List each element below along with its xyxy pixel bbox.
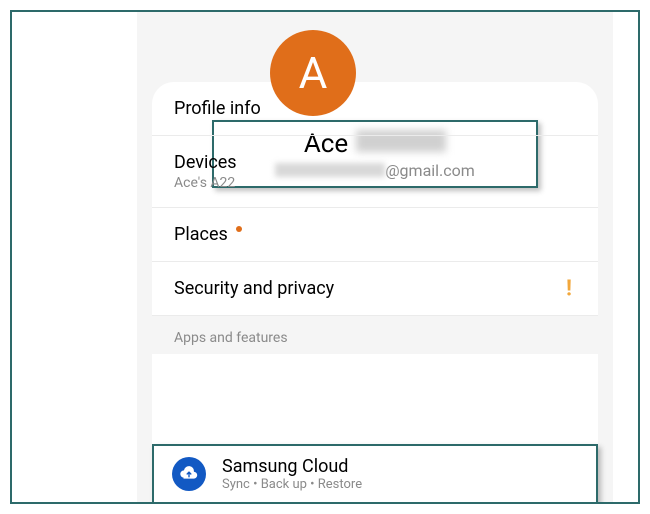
cloud-icon (172, 457, 206, 491)
warning-icon: ! (566, 276, 572, 301)
devices-item[interactable]: Devices Ace's A22 (152, 136, 598, 208)
samsung-cloud-sub: Sync • Back up • Restore (222, 477, 362, 492)
security-title: Security and privacy (174, 278, 576, 299)
screenshot-frame: A Ace @gmail.com Profile info Devices Ac… (10, 10, 640, 504)
devices-sub: Ace's A22 (174, 175, 576, 191)
avatar[interactable]: A (270, 30, 356, 116)
samsung-cloud-text: Samsung Cloud Sync • Back up • Restore (222, 456, 362, 492)
samsung-cloud-item[interactable]: Samsung Cloud Sync • Back up • Restore (152, 444, 598, 504)
notification-dot-icon (236, 226, 242, 232)
devices-title: Devices (174, 152, 576, 173)
avatar-letter: A (299, 47, 328, 99)
samsung-cloud-title: Samsung Cloud (222, 456, 362, 477)
places-title: Places (174, 224, 576, 245)
places-item[interactable]: Places (152, 208, 598, 262)
security-privacy-item[interactable]: Security and privacy ! (152, 262, 598, 316)
apps-features-header: Apps and features (152, 316, 598, 354)
profile-info-title: Profile info (174, 98, 576, 119)
settings-card: Ace @gmail.com Profile info Devices Ace'… (152, 82, 598, 502)
profile-info-item[interactable]: Profile info (152, 82, 598, 136)
